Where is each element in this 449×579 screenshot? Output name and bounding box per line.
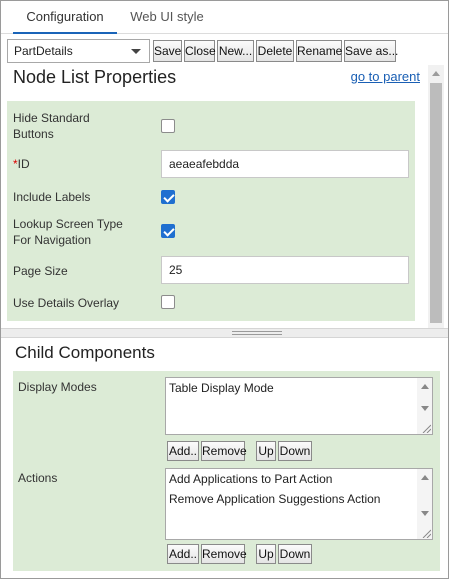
actions-remove-button[interactable]: Remove [201,544,247,564]
list-item[interactable]: Add Applications to Part Action [166,469,432,489]
scroll-up-icon[interactable] [432,71,440,76]
hide-standard-buttons-label-line1: Hide Standard [13,111,90,125]
component-select[interactable]: PartDetails [7,39,150,63]
id-label: *ID [13,156,30,172]
scroll-down-icon[interactable] [421,511,429,516]
include-labels-label: Include Labels [13,190,91,204]
include-labels-checkbox[interactable] [161,190,175,204]
scrollbar-thumb[interactable] [430,83,442,323]
actions-add-button[interactable]: Add.. [167,544,199,564]
scroll-up-icon[interactable] [421,475,429,480]
properties-scrollbar[interactable] [428,65,444,328]
node-list-properties-panel: Node List Properties go to parent Hide S… [7,65,428,328]
hide-standard-buttons-label: Hide Standard Buttons [13,110,90,142]
new-button[interactable]: New... [217,40,254,62]
lookup-screen-type-label: Lookup Screen Type For Navigation [13,216,123,248]
save-button[interactable]: Save [153,40,182,62]
display-modes-add-button[interactable]: Add.. [167,441,199,461]
tab-bar: Configuration Web UI style [1,1,448,34]
tab-configuration[interactable]: Configuration [13,1,117,34]
lookup-screen-type-checkbox[interactable] [161,224,175,238]
close-button[interactable]: Close [184,40,216,62]
id-input[interactable]: aeaeafebdda [161,150,409,178]
editor-window: Configuration Web UI style PartDetails S… [0,0,449,579]
page-size-label: Page Size [13,264,68,278]
actions-label: Actions [18,471,58,485]
rename-button[interactable]: Rename [296,40,342,62]
chevron-down-icon [131,49,141,54]
resize-grip-icon[interactable] [421,528,431,538]
go-to-parent-link[interactable]: go to parent [351,69,420,84]
display-modes-up-button[interactable]: Up [256,441,276,461]
actions-listbox[interactable]: Add Applications to Part Action Remove A… [165,468,433,540]
page-size-input[interactable]: 25 [161,256,409,284]
component-select-value: PartDetails [14,44,73,58]
actions-down-button[interactable]: Down [278,544,312,564]
scroll-up-icon[interactable] [421,384,429,389]
hide-standard-buttons-label-line2: Buttons [13,127,54,141]
save-as-button[interactable]: Save as... [344,40,398,62]
scroll-down-icon[interactable] [421,406,429,411]
hide-standard-buttons-checkbox[interactable] [161,119,175,133]
actions-up-button[interactable]: Up [256,544,276,564]
use-details-overlay-label: Use Details Overlay [13,296,120,310]
resize-grip-icon[interactable] [421,423,431,433]
splitter-grip-icon[interactable] [232,331,282,335]
node-list-properties-title: Node List Properties [13,67,177,87]
display-modes-down-button[interactable]: Down [278,441,312,461]
tab-web-ui-style[interactable]: Web UI style [121,1,213,34]
list-item[interactable]: Table Display Mode [166,378,432,398]
child-components-title: Child Components [15,343,155,362]
display-modes-remove-button[interactable]: Remove [201,441,247,461]
display-modes-label: Display Modes [18,380,97,394]
child-components-form: Display Modes Table Display Mode Add.. R… [13,371,440,571]
toolbar: PartDetails Save Close New... Delete Ren… [7,39,444,63]
lookup-screen-type-label-line1: Lookup Screen Type [13,217,123,231]
properties-form: Hide Standard Buttons *ID aeaeafebdda In… [7,101,415,321]
display-modes-listbox[interactable]: Table Display Mode [165,377,433,435]
lookup-screen-type-label-line2: For Navigation [13,233,92,247]
list-item[interactable]: Remove Application Suggestions Action [166,489,432,509]
use-details-overlay-checkbox[interactable] [161,295,175,309]
panel-splitter[interactable] [1,328,448,338]
id-label-text: ID [17,157,30,171]
delete-button[interactable]: Delete [256,40,294,62]
